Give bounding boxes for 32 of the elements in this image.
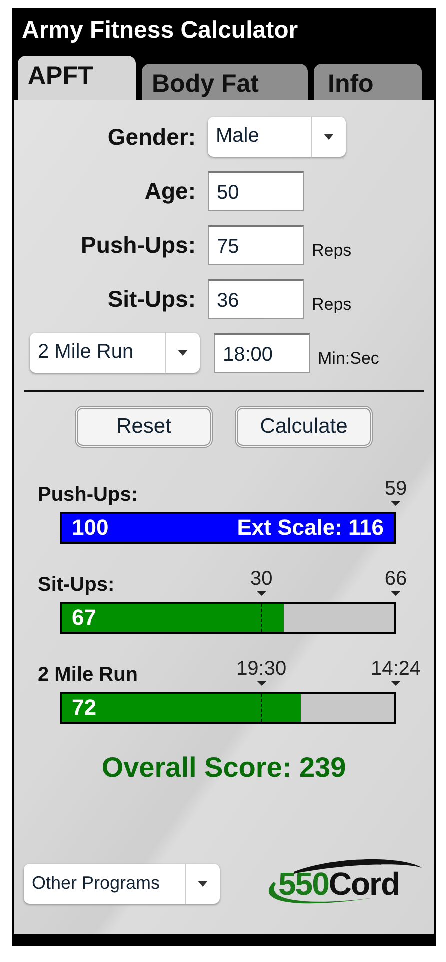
gender-dropdown[interactable]: Male bbox=[208, 117, 346, 157]
tab[interactable]: Body Fat bbox=[142, 64, 308, 100]
event-dropdown[interactable]: 2 Mile Run bbox=[30, 333, 200, 373]
result-label: Push-Ups: bbox=[38, 484, 138, 506]
time-field[interactable]: 18:00 bbox=[214, 333, 310, 373]
tab[interactable]: Info bbox=[314, 64, 422, 100]
situps-field[interactable]: 36 bbox=[208, 279, 304, 319]
score-value: 72 bbox=[71, 695, 98, 721]
score-value: 67 bbox=[71, 605, 98, 631]
unit-label: Reps bbox=[312, 241, 352, 261]
result-label: 2 Mile Run bbox=[38, 664, 138, 686]
result-label: Sit-Ups: bbox=[38, 574, 115, 596]
window-title: Army Fitness Calculator bbox=[22, 17, 298, 45]
calculate-button[interactable]: Calculate bbox=[235, 406, 373, 448]
field-label: Sit-Ups: bbox=[106, 286, 197, 312]
programs-dropdown[interactable]: Other Programs bbox=[24, 864, 220, 904]
field-label: Push-Ups: bbox=[80, 232, 197, 258]
caret-icon bbox=[324, 134, 334, 140]
reset-button[interactable]: Reset bbox=[75, 406, 213, 448]
unit-label: Min:Sec bbox=[318, 349, 380, 369]
company-logo: 550Cord bbox=[254, 858, 424, 910]
tab[interactable]: APFT bbox=[18, 56, 136, 100]
field-label: Age: bbox=[144, 178, 197, 204]
age-field[interactable]: 50 bbox=[208, 171, 304, 211]
caret-icon bbox=[178, 350, 188, 356]
pushups-field[interactable]: 75 bbox=[208, 225, 304, 265]
overall-score: Overall Score: 239 bbox=[100, 752, 348, 784]
unit-label: Reps bbox=[312, 295, 352, 315]
caret-icon bbox=[198, 881, 208, 887]
extended-score: Ext Scale: 116 bbox=[236, 515, 385, 541]
score-value: 100 bbox=[71, 515, 110, 541]
field-label: Gender: bbox=[106, 124, 197, 150]
